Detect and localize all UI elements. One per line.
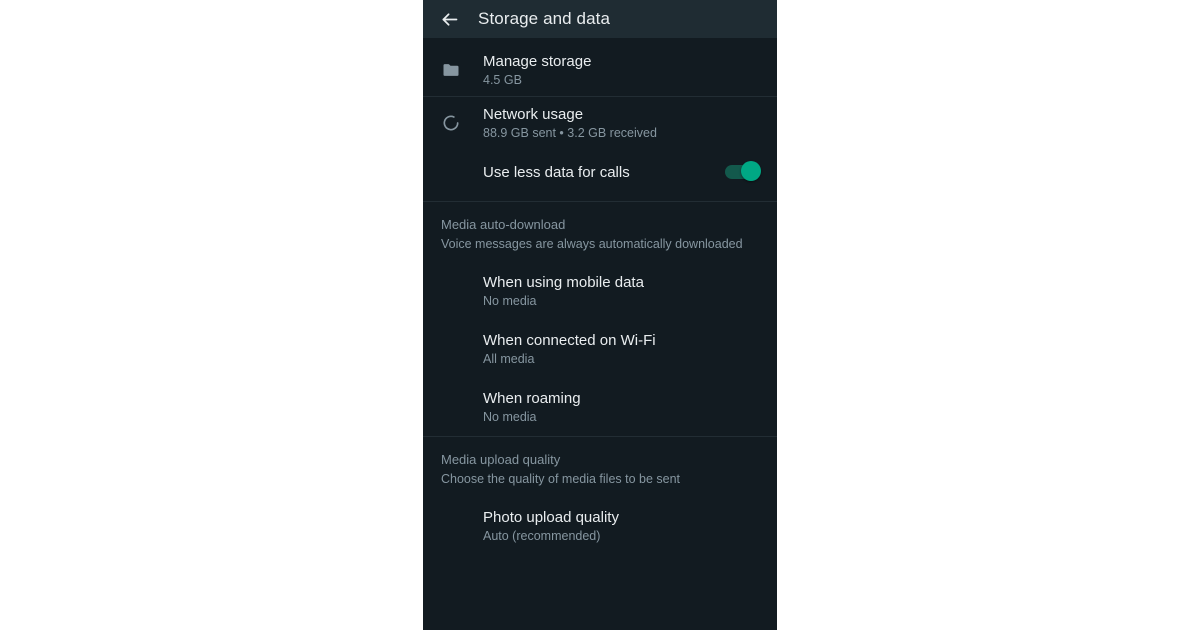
when-roaming-title: When roaming: [483, 389, 581, 407]
when-roaming-text: When roaming No media: [483, 389, 759, 426]
media-auto-download-section: Media auto-download Voice messages are a…: [423, 202, 777, 436]
photo-upload-quality-text: Photo upload quality Auto (recommended): [483, 508, 759, 545]
manage-storage-text: Manage storage 4.5 GB: [483, 52, 759, 89]
page-title: Storage and data: [478, 9, 611, 28]
app-bar: Storage and data: [423, 0, 777, 38]
network-usage-text: Network usage 88.9 GB sent • 3.2 GB rece…: [483, 105, 759, 142]
storage-section: Manage storage 4.5 GB Network usage 88.9…: [423, 38, 777, 201]
row-when-connected-on-wifi[interactable]: When connected on Wi-Fi All media: [423, 320, 777, 378]
row-manage-storage[interactable]: Manage storage 4.5 GB: [423, 38, 777, 96]
toggle-knob: [741, 161, 761, 181]
network-usage-icon-slot: [441, 113, 483, 133]
media-auto-download-header-title: Media auto-download: [441, 217, 566, 232]
media-upload-quality-header-title: Media upload quality: [441, 452, 561, 467]
row-use-less-data-for-calls[interactable]: Use less data for calls: [423, 149, 777, 201]
when-connected-on-wifi-subtitle: All media: [483, 351, 535, 366]
use-less-data-title: Use less data for calls: [483, 163, 630, 181]
back-button[interactable]: [435, 5, 463, 33]
when-using-mobile-data-title: When using mobile data: [483, 273, 644, 291]
use-less-data-trailing: [713, 161, 761, 181]
media-auto-download-header-subtitle: Voice messages are always automatically …: [441, 237, 743, 251]
manage-storage-title: Manage storage: [483, 52, 592, 70]
when-using-mobile-data-text: When using mobile data No media: [483, 273, 759, 310]
phone-screenshot: Storage and data Manage storage 4.5 GB N…: [423, 0, 777, 630]
when-roaming-subtitle: No media: [483, 409, 537, 424]
network-usage-title: Network usage: [483, 105, 584, 123]
network-usage-subtitle: 88.9 GB sent • 3.2 GB received: [483, 125, 657, 140]
when-connected-on-wifi-text: When connected on Wi-Fi All media: [483, 331, 759, 368]
media-upload-quality-header-subtitle: Choose the quality of media files to be …: [441, 472, 681, 486]
row-when-roaming[interactable]: When roaming No media: [423, 378, 777, 436]
photo-upload-quality-title: Photo upload quality: [483, 508, 619, 526]
when-using-mobile-data-subtitle: No media: [483, 293, 537, 308]
use-less-data-toggle[interactable]: [725, 161, 761, 181]
row-photo-upload-quality[interactable]: Photo upload quality Auto (recommended): [423, 497, 777, 555]
manage-storage-icon-slot: [441, 60, 483, 80]
row-network-usage[interactable]: Network usage 88.9 GB sent • 3.2 GB rece…: [423, 97, 777, 149]
arrow-left-icon: [439, 9, 460, 30]
row-when-using-mobile-data[interactable]: When using mobile data No media: [423, 262, 777, 320]
page-canvas: Storage and data Manage storage 4.5 GB N…: [0, 0, 1200, 630]
media-auto-download-header: Media auto-download Voice messages are a…: [423, 202, 777, 262]
use-less-data-text: Use less data for calls: [483, 163, 713, 182]
photo-upload-quality-subtitle: Auto (recommended): [483, 528, 601, 543]
when-connected-on-wifi-title: When connected on Wi-Fi: [483, 331, 656, 349]
media-upload-quality-section: Media upload quality Choose the quality …: [423, 437, 777, 555]
folder-icon: [441, 60, 461, 80]
sync-circle-icon: [441, 113, 461, 133]
manage-storage-subtitle: 4.5 GB: [483, 72, 522, 87]
media-upload-quality-header: Media upload quality Choose the quality …: [423, 437, 777, 497]
